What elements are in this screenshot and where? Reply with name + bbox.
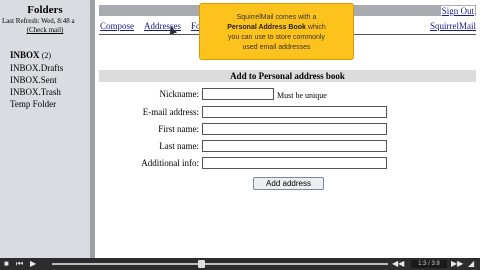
signout-link[interactable]: Sign Out	[440, 6, 475, 16]
nickname-input[interactable]	[202, 88, 274, 100]
email-label: E-mail address:	[142, 107, 199, 117]
last-name-input[interactable]	[202, 140, 387, 152]
seek-handle[interactable]	[198, 260, 205, 268]
folder-drafts[interactable]: INBOX.Drafts	[10, 62, 63, 74]
folders-sidebar: Folders Last Refresh: Wed, 8:48 a (Check…	[0, 0, 90, 258]
compose-link[interactable]: Compose	[100, 21, 134, 31]
folder-temp[interactable]: Temp Folder	[10, 98, 63, 110]
first-name-label: First name:	[158, 124, 199, 134]
video-player-bar: ■ ⏮ ▶ ◀◀ 1:3 / 3:8 ▶▶ ◢	[0, 258, 480, 270]
stop-icon[interactable]: ■	[4, 259, 9, 268]
rewind-icon[interactable]: ◀◀	[392, 259, 404, 268]
unread-count: (2)	[41, 51, 52, 60]
volume-icon[interactable]: ◢	[468, 259, 474, 268]
nickname-hint: Must be unique	[277, 91, 327, 100]
last-refresh-text: Last Refresh: Wed, 8:48 a	[2, 17, 75, 25]
add-address-button[interactable]: Add address	[253, 177, 324, 190]
email-input[interactable]	[202, 106, 387, 118]
folders-title: Folders	[27, 4, 63, 16]
nickname-label: Nickname:	[159, 89, 200, 99]
last-name-label: Last name:	[159, 141, 199, 151]
additional-info-input[interactable]	[202, 157, 387, 169]
time-display: 1:3 / 3:8	[411, 260, 447, 268]
play-icon[interactable]: ▶	[30, 259, 36, 268]
previous-icon[interactable]: ⏮	[16, 259, 23, 269]
folder-sent[interactable]: INBOX.Sent	[10, 74, 63, 86]
seek-track[interactable]	[52, 263, 388, 265]
additional-info-label: Additional info:	[141, 158, 199, 168]
folder-inbox[interactable]: INBOX (2)	[10, 49, 63, 62]
frame-divider[interactable]	[90, 0, 95, 258]
add-address-header: Add to Personal address book	[99, 70, 476, 82]
fast-forward-icon[interactable]: ▶▶	[451, 259, 463, 268]
squirrelmail-link[interactable]: SquirrelMail	[430, 21, 476, 31]
folder-trash[interactable]: INBOX.Trash	[10, 86, 63, 98]
tutorial-callout: SquirrelMail comes with a Personal Addre…	[199, 3, 354, 60]
folder-list: INBOX (2) INBOX.Drafts INBOX.Sent INBOX.…	[10, 49, 63, 110]
check-mail-link[interactable]: (Check mail)	[0, 26, 90, 34]
first-name-input[interactable]	[202, 123, 387, 135]
